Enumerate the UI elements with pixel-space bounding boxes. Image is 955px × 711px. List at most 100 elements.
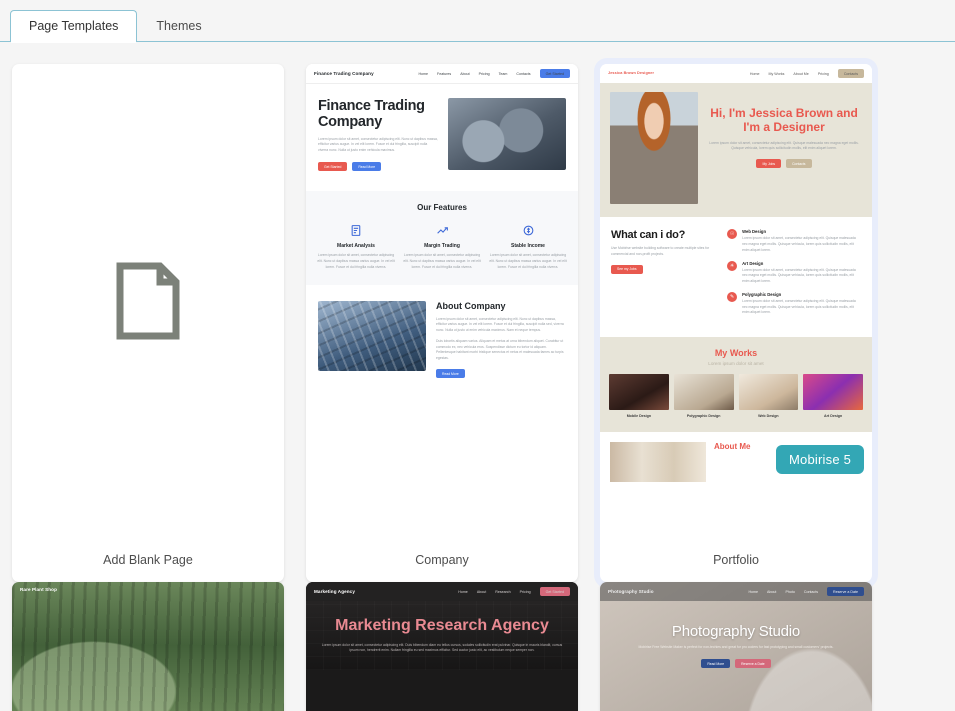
service-text: Lorem ipsum dolor sit amet, consectetur …: [742, 236, 856, 252]
mobirise-badge: Mobirise 5: [776, 445, 864, 474]
hero-button-secondary: Contacts: [786, 159, 812, 169]
hero-image-garden: [12, 582, 284, 711]
hero-text: Lorem ipsum dolor sit amet, consectetur …: [709, 140, 859, 151]
hero-text: Lorem ipsum dolor sit amet, consectetur …: [321, 642, 563, 653]
site-logo: Photography Studio: [608, 589, 654, 595]
works-title: My Works: [714, 348, 758, 359]
nav-link: Contacts: [516, 71, 531, 76]
work-label: Art Design: [824, 414, 843, 419]
service-title: Web Design: [742, 229, 766, 235]
feature-text: Lorem ipsum dolor sit amet, consectetur …: [403, 253, 481, 269]
trending-up-icon: [402, 222, 482, 238]
service-text: Lorem ipsum dolor sit amet, consectetur …: [742, 267, 856, 284]
service-title: Polygraphic Design: [742, 291, 782, 297]
template-card-rare-plant-shop[interactable]: Rare Plant Shop Donec lobortis nisl Larg…: [12, 582, 284, 711]
nav-link: Pricing: [478, 71, 490, 76]
service-text: Lorem ipsum dolor sit amet, consectetur …: [742, 298, 856, 315]
site-nav: Rare Plant Shop: [12, 582, 284, 597]
site-logo: Marketing Agency: [314, 589, 355, 595]
hero-button-secondary: Reserve a Date: [735, 658, 771, 669]
service-title: Art Design: [742, 260, 764, 266]
hero-image-handshake: [448, 98, 566, 171]
nav-link: About: [460, 71, 470, 76]
nav-cta-button: Reserve a Date: [827, 587, 864, 597]
hero-button-primary: My Jobs: [756, 159, 782, 169]
document-icon: [116, 262, 180, 340]
nav-cta-button: Contacts: [837, 69, 864, 79]
work-label: Polygraphic Design: [686, 414, 721, 419]
nav-cta-button: Get Started: [539, 587, 570, 597]
nav-link: Home: [748, 589, 759, 594]
hero-text: Mobirise Free Website Maker is perfect f…: [638, 645, 834, 650]
pen-icon: ✎: [727, 291, 738, 302]
hero-image-portrait: [610, 92, 698, 205]
hero-title: Finance Trading Company: [318, 98, 425, 131]
card-preview: Marketing Agency Home About Research Pri…: [306, 582, 578, 711]
work-label: Mobile Design: [626, 414, 652, 419]
globe-icon: ☉: [727, 229, 738, 240]
hero-title: Photography Studio: [671, 623, 801, 641]
card-preview: Finance Trading Company Home Features Ab…: [306, 64, 578, 538]
aboutme-image: [610, 442, 706, 483]
works-subtitle: Lorem ipsum dolor sit amet: [708, 361, 764, 367]
feature-title: Stable Income: [511, 243, 545, 250]
nav-link: About Me: [793, 71, 809, 76]
hero-button-primary: Get Started: [318, 162, 348, 172]
hero-title: Hi, I'm Jessica Brown and I'm a Designer: [710, 106, 858, 135]
site-nav: Finance Trading Company Home Features Ab…: [306, 64, 578, 85]
nav-link: Home: [458, 589, 468, 594]
site-nav: Photography Studio Home About Photo Cont…: [600, 582, 872, 602]
nav-link: Pricing: [519, 589, 531, 594]
nav-link: Photo: [785, 589, 795, 594]
feature-text: Lorem ipsum dolor sit amet, consectetur …: [317, 253, 395, 269]
nav-link: Contacts: [803, 589, 819, 594]
template-card-add-blank-page[interactable]: Add Blank Page: [12, 64, 284, 582]
nav-link: My Works: [768, 71, 785, 76]
template-card-photography-studio[interactable]: Photography Studio Home About Photo Cont…: [600, 582, 872, 711]
template-card-company[interactable]: Finance Trading Company Home Features Ab…: [306, 64, 578, 582]
site-nav: Marketing Agency Home About Research Pri…: [306, 582, 578, 602]
card-preview: Jessica Brown Designer Home My Works Abo…: [600, 64, 872, 538]
hero-button-secondary: Read More: [352, 162, 382, 172]
about-button: Read More: [436, 369, 465, 379]
nav-link: Home: [749, 71, 760, 76]
tab-themes[interactable]: Themes: [137, 10, 220, 42]
about-title: About Company: [436, 300, 506, 311]
site-nav: Jessica Brown Designer Home My Works Abo…: [600, 64, 872, 84]
template-card-portfolio[interactable]: Jessica Brown Designer Home My Works Abo…: [600, 64, 872, 582]
about-text: Duis lobortis aliquam varius. Aliquam et…: [436, 338, 564, 361]
site-logo: Finance Trading Company: [314, 71, 374, 77]
tab-page-templates[interactable]: Page Templates: [10, 10, 138, 43]
work-thumbnail: [738, 374, 799, 411]
card-caption: Portfolio: [713, 553, 759, 567]
nav-cta-button: Get Started: [539, 69, 570, 79]
nav-link: Home: [418, 71, 429, 76]
what-button: See my Jobs: [611, 264, 643, 274]
site-logo: Jessica Brown Designer: [608, 71, 655, 76]
work-thumbnail: [803, 374, 863, 411]
work-thumbnail: [609, 374, 669, 411]
about-image-building: [318, 300, 426, 371]
feature-title: Margin Trading: [424, 243, 460, 250]
card-caption: Add Blank Page: [103, 553, 193, 567]
template-card-marketing-research-agency[interactable]: Marketing Agency Home About Research Pri…: [306, 582, 578, 711]
nav-link: About: [476, 589, 487, 594]
nav-link: About: [767, 589, 777, 594]
feature-title: Market Analysis: [337, 243, 375, 250]
dollar-circle-icon: [488, 222, 568, 238]
hero-text: Lorem ipsum dolor sit amet, consectetur …: [318, 136, 438, 153]
card-preview: [12, 64, 284, 538]
what-title: What can i do?: [611, 229, 686, 242]
feature-text: Lorem ipsum dolor sit amet, consectetur …: [489, 253, 567, 269]
bulb-icon: ☀: [727, 260, 738, 271]
hero-title: Marketing Research Agency: [335, 617, 549, 635]
nav-link: Features: [437, 71, 452, 76]
card-caption: Company: [415, 553, 469, 567]
work-thumbnail: [673, 374, 734, 411]
card-preview: Photography Studio Home About Photo Cont…: [600, 582, 872, 711]
card-preview: Rare Plant Shop Donec lobortis nisl Larg…: [12, 582, 284, 711]
work-label: Web Design: [758, 414, 779, 419]
nav-link: Team: [498, 71, 508, 76]
site-logo: Rare Plant Shop: [20, 587, 57, 592]
tab-bar: Page Templates Themes: [0, 0, 955, 43]
